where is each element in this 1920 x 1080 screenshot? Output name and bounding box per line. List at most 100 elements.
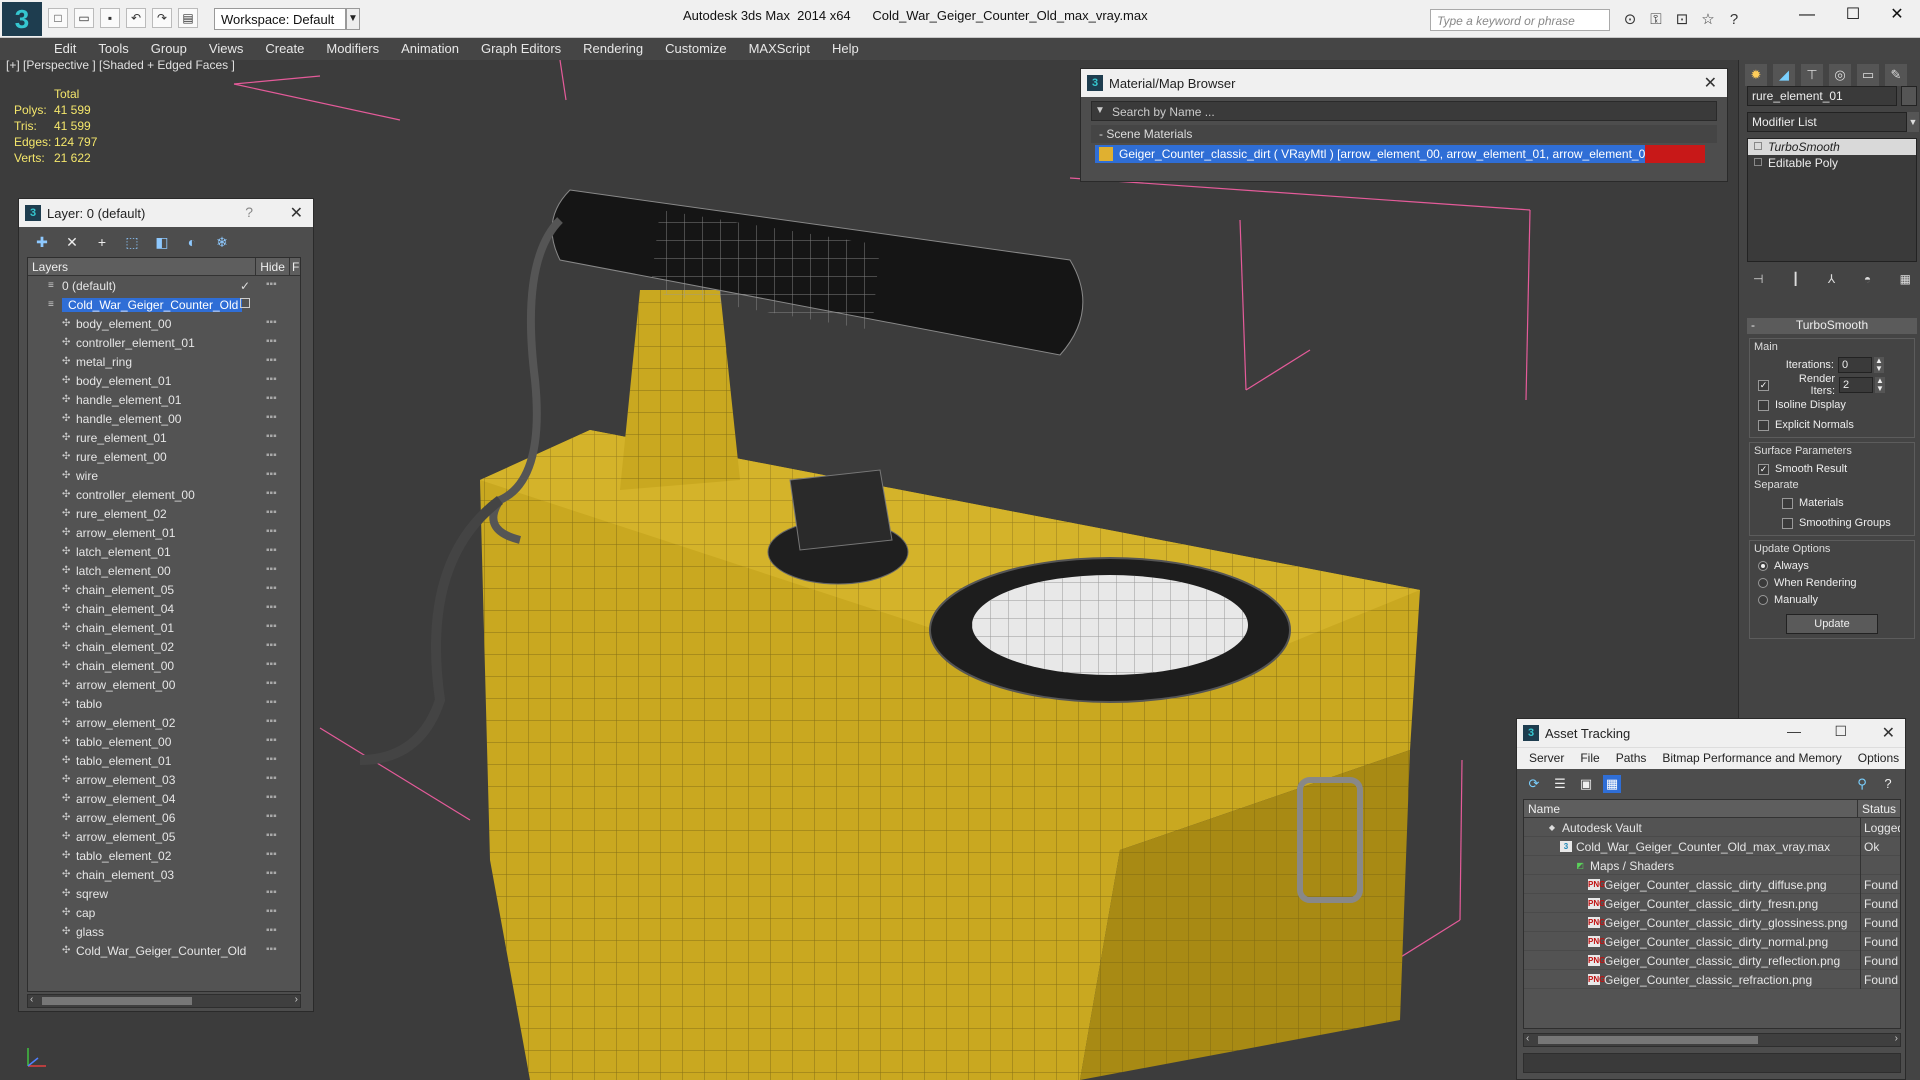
layer-object-item[interactable]: ✣ cap ▪▪▪ [28,903,300,922]
redo-icon[interactable]: ↷ [152,8,172,28]
modify-tab-icon[interactable]: ◢ [1773,64,1795,86]
layer-object-item[interactable]: ✣ chain_element_04 ▪▪▪ [28,599,300,618]
layer-object-item[interactable]: ✣ tablo_element_02 ▪▪▪ [28,846,300,865]
layer-object-item[interactable]: ✣ sqrew ▪▪▪ [28,884,300,903]
layer-object-item[interactable]: ✣ latch_element_00 ▪▪▪ [28,561,300,580]
hide-toggle[interactable]: ▪▪▪ [266,659,277,670]
hide-toggle[interactable]: ▪▪▪ [266,488,277,499]
menu-edit[interactable]: Edit [46,38,90,60]
modifier-list-dropdown[interactable]: Modifier List [1747,112,1907,132]
hide-toggle[interactable]: ▪▪▪ [266,754,277,765]
hide-toggle[interactable]: ▪▪▪ [266,868,277,879]
hide-toggle[interactable]: ▪▪▪ [266,830,277,841]
hide-toggle[interactable]: ▪▪▪ [266,640,277,651]
layer-object-item[interactable]: ✣ body_element_01 ▪▪▪ [28,371,300,390]
hide-toggle[interactable]: ▪▪▪ [266,564,277,575]
table-view-icon[interactable]: ▦ [1603,775,1621,793]
col-freeze[interactable]: F [290,258,300,275]
layer-default[interactable]: ≡ 0 (default) ✓ ▪▪▪ [28,276,300,295]
asset-row[interactable]: PNG Geiger_Counter_classic_dirty_fresn.pn… [1524,894,1900,913]
layer-object-item[interactable]: ✣ arrow_element_00 ▪▪▪ [28,675,300,694]
key-icon[interactable]: ⚿ [1646,10,1666,30]
layer-object-item[interactable]: ✣ latch_element_01 ▪▪▪ [28,542,300,561]
scroll-left-icon[interactable]: ‹ [30,994,33,1005]
hide-toggle[interactable]: ▪▪▪ [266,906,277,917]
checkbox-icon[interactable] [1782,497,1793,509]
workspace-dropdown[interactable]: Workspace: Default [214,8,346,30]
make-unique-icon[interactable]: ⅄ [1828,272,1835,290]
material-map-browser[interactable]: 3 Material/Map Browser ✕ Search by Name … [1080,68,1728,182]
layer-checkbox[interactable] [240,298,250,308]
menu-graph-editors[interactable]: Graph Editors [473,38,575,60]
star-icon[interactable]: ☆ [1698,10,1718,30]
layer-object-item[interactable]: ✣ arrow_element_03 ▪▪▪ [28,770,300,789]
asset-row[interactable]: ◆ Autodesk Vault Logged [1524,818,1900,837]
layer-object-item[interactable]: ✣ tablo ▪▪▪ [28,694,300,713]
scroll-right-icon[interactable]: › [1895,1033,1898,1044]
cart-icon[interactable]: ⊡ [1672,10,1692,30]
layer-object-item[interactable]: ✣ chain_element_05 ▪▪▪ [28,580,300,599]
layer-object-item[interactable]: ✣ rure_element_00 ▪▪▪ [28,447,300,466]
layer-object-item[interactable]: ✣ tablo_element_00 ▪▪▪ [28,732,300,751]
smoothing-groups-checkbox[interactable]: Smoothing Groups [1754,513,1910,533]
maximize-icon[interactable]: ☐ [1834,723,1847,740]
spinner-arrows-icon[interactable]: ▲ ▼ [1874,357,1884,373]
layer-object-item[interactable]: ✣ chain_element_00 ▪▪▪ [28,656,300,675]
app-logo-icon[interactable]: 3 [2,2,42,36]
vault-login-icon[interactable]: ⚲ [1853,775,1871,793]
help-icon[interactable]: ? [1879,775,1897,793]
hide-toggle[interactable]: ▪▪▪ [266,735,277,746]
spinner-arrows-icon[interactable]: ▲ ▼ [1875,377,1885,393]
asset-tracking-window[interactable]: 3 Asset Tracking — ☐ ✕ Server File Paths Bi… [1516,718,1906,1080]
hide-toggle[interactable]: ▪▪▪ [266,602,277,613]
rollout-header[interactable]: - TurboSmooth [1747,318,1917,334]
hide-toggle[interactable]: ▪▪▪ [266,792,277,803]
asset-row[interactable]: 3 Cold_War_Geiger_Counter_Old_max_vray.ma… [1524,837,1900,856]
asset-row[interactable]: PNG Geiger_Counter_classic_refraction.png… [1524,970,1900,989]
update-button[interactable]: Update [1786,614,1878,634]
expand-icon[interactable] [1754,158,1762,166]
layer-object-item[interactable]: ✣ controller_element_00 ▪▪▪ [28,485,300,504]
scene-materials-section[interactable]: - Scene Materials [1091,125,1717,143]
radio-icon[interactable] [1758,594,1768,605]
hide-toggle[interactable]: ▪▪▪ [266,944,277,955]
when-rendering-radio[interactable]: When Rendering [1754,574,1910,591]
remove-modifier-icon[interactable]: ◓ [1864,272,1871,290]
col-status[interactable]: Status [1858,800,1900,817]
layer-object-item[interactable]: ✣ metal_ring ▪▪▪ [28,352,300,371]
hide-toggle[interactable]: ▪▪▪ [266,849,277,860]
object-name-field[interactable]: rure_element_01 [1747,86,1897,106]
layer-object-item[interactable]: ✣ arrow_element_01 ▪▪▪ [28,523,300,542]
layer-object-item[interactable]: ✣ chain_element_01 ▪▪▪ [28,618,300,637]
layer-object-item[interactable]: ✣ controller_element_01 ▪▪▪ [28,333,300,352]
layer-object-item[interactable]: ✣ chain_element_02 ▪▪▪ [28,637,300,656]
hide-toggle[interactable]: ▪▪▪ [266,811,277,822]
layer-object-item[interactable]: ✣ arrow_element_06 ▪▪▪ [28,808,300,827]
checkbox-checked-icon[interactable]: ✓ [1758,379,1769,391]
layer-object-item[interactable]: ✣ glass ▪▪▪ [28,922,300,941]
scroll-left-icon[interactable]: ‹ [1526,1033,1529,1044]
select-objects-icon[interactable]: ⬚ [123,233,141,251]
hide-toggle[interactable]: ▪▪▪ [266,469,277,480]
new-file-icon[interactable]: □ [48,8,68,28]
motion-tab-icon[interactable]: ◎ [1829,64,1851,86]
isoline-checkbox[interactable]: Isoline Display [1754,395,1910,415]
render-iters-checkbox[interactable]: ✓ [1754,375,1775,395]
viewport-label[interactable]: [+] [Perspective ] [Shaded + Edged Faces… [6,60,235,72]
menu-help[interactable]: Help [824,38,873,60]
layer-object-item[interactable]: ✣ arrow_element_05 ▪▪▪ [28,827,300,846]
refresh-icon[interactable]: ⟳ [1525,775,1543,793]
binoculars-icon[interactable]: ⊙ [1620,10,1640,30]
maximize-icon[interactable]: ☐ [1830,0,1876,32]
add-selection-icon[interactable]: + [93,233,111,251]
utilities-tab-icon[interactable]: ✎ [1885,64,1907,86]
hide-toggle[interactable]: ▪▪▪ [266,374,277,385]
hide-toggle[interactable]: ▪▪▪ [266,583,277,594]
hide-toggle[interactable]: ▪▪▪ [266,925,277,936]
delete-layer-icon[interactable]: ✕ [63,233,81,251]
options-arrow-icon[interactable]: ▼ [1095,105,1105,116]
menu-group[interactable]: Group [143,38,201,60]
manually-radio[interactable]: Manually [1754,591,1910,608]
menu-maxscript[interactable]: MAXScript [741,38,824,60]
menu-animation[interactable]: Animation [393,38,473,60]
